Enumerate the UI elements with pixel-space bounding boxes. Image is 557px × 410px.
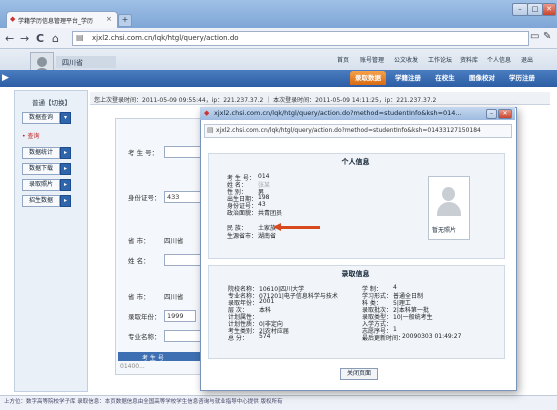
forward-icon[interactable]: → [20, 32, 29, 45]
sidebar-expand-icon[interactable]: ▸ [60, 179, 71, 191]
field-value: 198 [258, 194, 270, 201]
nav-link-home[interactable]: 首页 [337, 55, 349, 64]
field-value: 4 [393, 284, 397, 291]
sidebar-item-photos[interactable]: 录取照片 [22, 179, 60, 191]
year-value: 1999 [167, 312, 184, 320]
status-text: 上方位：数字高等院校学子库 录取信息：本页数据信息由全国高等学校学生信息咨询与就… [4, 399, 283, 405]
tab-students[interactable]: 在校生 [430, 71, 460, 85]
sidebar-item-stats[interactable]: 数据统计 [22, 147, 60, 159]
field-label: 总 分： [228, 335, 248, 342]
result-table-header [118, 352, 210, 361]
address-url: xjxl2.chsi.com.cn/lqk/htgl/query/action.… [92, 34, 239, 42]
close-window-button[interactable]: ✕ [542, 3, 556, 16]
new-tab-button[interactable]: + [118, 14, 132, 27]
name-label: 姓 名： [128, 257, 150, 265]
field-value: 20090303 01:49:27 [402, 333, 462, 340]
nav-link-account[interactable]: 账号管理 [360, 55, 384, 64]
nav-link-logout[interactable]: 退出 [521, 55, 533, 64]
tab-diploma[interactable]: 学历注册 [504, 71, 540, 85]
popup-close-button[interactable]: ✕ [498, 109, 512, 119]
wrench-icon[interactable]: ✎ [543, 31, 551, 42]
page-icon: ▤ [76, 33, 84, 42]
sidebar-expand-icon[interactable]: ▸ [60, 195, 71, 207]
photo-caption: 暂无照片 [432, 227, 457, 234]
field-value: 湖南省 [258, 233, 277, 240]
exam-no-label: 考 生 号： [128, 149, 159, 157]
sidebar-item-recruit[interactable]: 招生数据 [22, 195, 60, 207]
sidebar-expand-icon[interactable]: ▾ [60, 112, 71, 124]
nav-link-profile[interactable]: 个人信息 [487, 55, 511, 64]
highlight-arrow [280, 226, 320, 229]
sidebar-title[interactable]: 普通【切换】 [32, 97, 71, 107]
collapse-arrow-icon[interactable]: ▶ [2, 73, 9, 83]
field-value: 574 [259, 333, 271, 340]
personal-info-title: 个人信息 [341, 158, 370, 166]
field-label: 生源省市： [227, 233, 258, 240]
minimize-button[interactable]: – [512, 3, 528, 16]
sidebar-item-query[interactable]: 数据查询 [22, 112, 60, 124]
year-select[interactable]: 1999 [164, 310, 196, 322]
sidebar-query-link[interactable]: • 查询 [22, 131, 39, 140]
tab-image-check[interactable]: 图像校对 [464, 71, 500, 85]
popup-favicon-icon: ◆ [204, 109, 210, 117]
province-label: 四川省 [62, 59, 83, 67]
student-photo: 暂无照片 [428, 176, 470, 240]
field-value: 43 [258, 201, 266, 208]
popup-minimize-button[interactable]: – [486, 109, 497, 119]
page-favicon-icon: ◆ [10, 15, 16, 23]
admission-info-title: 录取信息 [341, 270, 370, 278]
result-cell[interactable]: 01400... [120, 363, 145, 370]
province-value[interactable]: 四川省 [164, 235, 184, 245]
id-label: 身份证号： [128, 194, 161, 202]
tab-admission-data[interactable]: 录取数据 [350, 71, 386, 85]
nav-link-library[interactable]: 资料库 [460, 55, 478, 64]
sidebar-expand-icon[interactable]: ▸ [60, 147, 71, 159]
field-value: 2001 [259, 298, 275, 305]
field-value: 本科 [259, 307, 272, 314]
login-info: 您上次登录时间：2011-05-09 09:55:44，ip：221.237.3… [94, 97, 437, 104]
field-label: 最后更新时间： [362, 335, 405, 342]
maximize-button[interactable]: □ [527, 3, 543, 16]
result-col-exam-no: 考 生 号 [142, 355, 164, 362]
nav-link-documents[interactable]: 公文收发 [394, 55, 418, 64]
popup-url: xjxl2.chsi.com.cn/lqk/htgl/query/action.… [216, 127, 481, 134]
tab-enrollment[interactable]: 学籍注册 [390, 71, 426, 85]
popup-title: xjxl2.chsi.com.cn/lqk/htgl/query/action.… [214, 109, 462, 117]
field-value: 共青团员 [258, 210, 283, 217]
popup-page-icon: ▤ [207, 126, 214, 134]
tab-title: 学籍学历信息管理平台_学历 [18, 18, 94, 25]
school-label: 专业名称： [128, 333, 161, 341]
field-value: 1 [393, 326, 397, 333]
year-label: 录取年份： [128, 313, 161, 321]
bookmark-page-icon[interactable]: ▭ [530, 31, 539, 42]
sidebar-expand-icon[interactable]: ▸ [60, 163, 71, 175]
tab-close-icon[interactable]: × [106, 15, 112, 23]
sidebar-item-download[interactable]: 数据下载 [22, 163, 60, 175]
close-page-button[interactable]: 关闭页面 [340, 368, 378, 380]
back-icon[interactable]: ← [5, 32, 14, 45]
province2-label: 省 市： [128, 293, 150, 301]
province-label: 省 市： [128, 237, 150, 245]
field-value: 014 [258, 173, 270, 180]
reload-icon[interactable]: C [36, 32, 44, 45]
home-icon[interactable]: ⌂ [52, 32, 59, 45]
nav-link-forum[interactable]: 工作论坛 [428, 55, 452, 64]
id-input-value: 433 [167, 193, 180, 201]
field-label: 政治面貌： [227, 210, 258, 217]
field-value: 10|一般统考生 [393, 314, 433, 321]
province2-value[interactable]: 四川省 [164, 291, 184, 301]
